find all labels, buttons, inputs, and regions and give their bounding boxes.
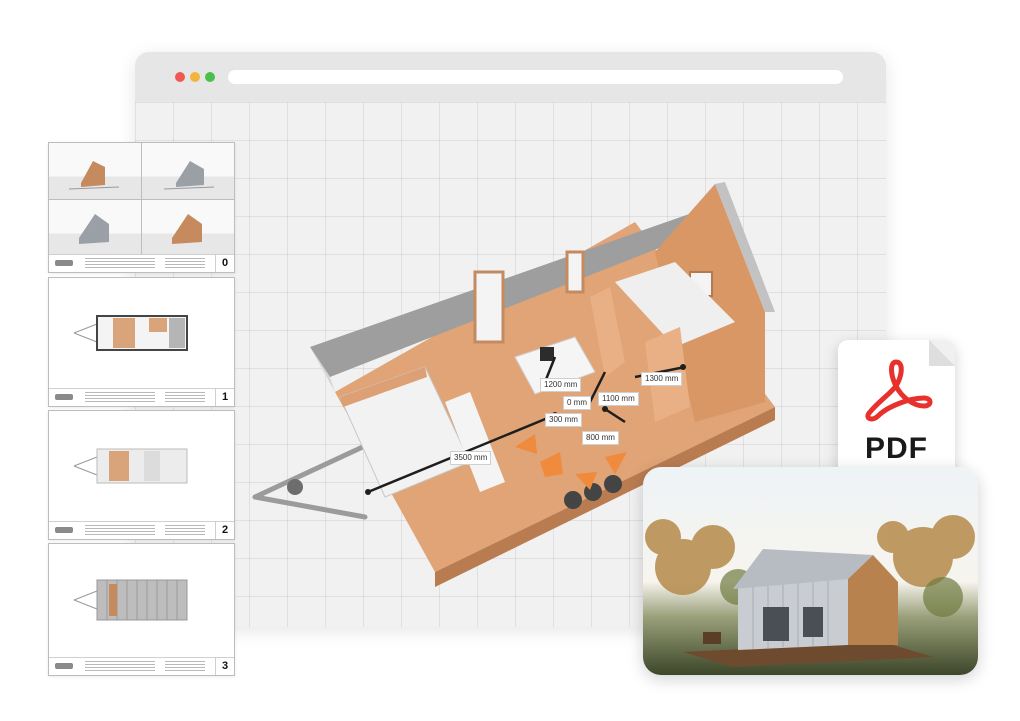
browser-toolbar bbox=[135, 52, 886, 102]
minimize-window-dot[interactable] bbox=[190, 72, 200, 82]
pdf-label: PDF bbox=[865, 432, 928, 465]
view-rear bbox=[49, 200, 141, 256]
view-side bbox=[142, 143, 234, 199]
dimension-label: 1200 mm bbox=[540, 378, 582, 392]
tiny-house-render bbox=[645, 515, 975, 667]
drawing-sheet-0[interactable]: 0 bbox=[48, 142, 235, 273]
company-logo bbox=[55, 527, 73, 533]
floor-plan-drawing bbox=[73, 315, 188, 351]
view-perspective bbox=[142, 200, 234, 256]
company-logo bbox=[55, 260, 73, 266]
sheet-number: 2 bbox=[215, 522, 234, 539]
sheet-footer: 3 bbox=[49, 657, 234, 675]
drawing-sheet-3[interactable]: 3 bbox=[48, 543, 235, 676]
sheet-number: 0 bbox=[215, 255, 234, 272]
rendered-house-photo bbox=[643, 467, 978, 675]
address-bar[interactable] bbox=[228, 70, 843, 84]
sheet-number: 1 bbox=[215, 389, 234, 406]
sheet-number: 3 bbox=[215, 658, 234, 675]
company-logo bbox=[55, 663, 73, 669]
adobe-acrobat-icon bbox=[865, 359, 933, 422]
dimension-label: 0 mm bbox=[563, 396, 591, 410]
drawing-sheet-2[interactable]: 2 bbox=[48, 410, 235, 540]
maximize-window-dot[interactable] bbox=[205, 72, 215, 82]
company-logo bbox=[55, 394, 73, 400]
dimension-label: 3500 mm bbox=[450, 451, 492, 465]
dimension-label: 300 mm bbox=[545, 413, 582, 427]
dimension-label: 1100 mm bbox=[598, 392, 639, 406]
close-window-dot[interactable] bbox=[175, 72, 185, 82]
drawing-sheet-1[interactable]: 1 bbox=[48, 277, 235, 407]
dimension-label: 800 mm bbox=[582, 431, 619, 445]
pdf-export-card[interactable]: PDF bbox=[838, 340, 955, 484]
top-view-drawing bbox=[73, 448, 188, 484]
view-front bbox=[49, 143, 141, 199]
roof-view-drawing bbox=[73, 579, 188, 621]
dimension-label: 1300 mm bbox=[641, 372, 683, 386]
sheet-footer: 0 bbox=[49, 254, 234, 272]
sheet-footer: 2 bbox=[49, 521, 234, 539]
sheet-footer: 1 bbox=[49, 388, 234, 406]
